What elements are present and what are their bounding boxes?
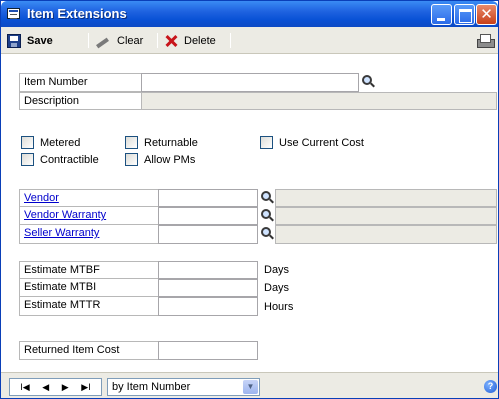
seller-warranty-lookup-button[interactable] (259, 226, 275, 243)
minimize-button[interactable] (431, 4, 452, 25)
item-number-input[interactable] (141, 73, 359, 92)
vendor-input[interactable] (158, 189, 258, 207)
description-row: Description (19, 92, 141, 110)
mtbi-row: Estimate MTBI (19, 279, 159, 297)
close-icon: ✕ (480, 6, 493, 23)
item-number-row: Item Number (19, 73, 141, 92)
window-icon (7, 8, 20, 19)
clear-button[interactable]: Clear (95, 32, 143, 49)
mttr-row: Estimate MTTR (19, 297, 159, 316)
metered-label: Metered (40, 136, 81, 149)
use-current-cost-label: Use Current Cost (279, 136, 364, 149)
close-button[interactable]: ✕ (476, 4, 497, 25)
toolbar-divider (157, 33, 158, 48)
vendor-link[interactable]: Vendor (24, 192, 59, 204)
vendor-warranty-lookup-button[interactable] (259, 208, 275, 225)
help-icon[interactable]: ? (484, 380, 497, 393)
mttr-label: Estimate MTTR (24, 299, 101, 311)
delete-button[interactable]: Delete (164, 32, 216, 49)
save-button[interactable]: Save (7, 32, 53, 49)
eraser-icon (95, 34, 111, 48)
checkbox-box (125, 136, 138, 149)
sort-order-dropdown[interactable]: by Item Number ▼ (107, 378, 260, 396)
seller-warranty-row: Seller Warranty (19, 225, 159, 244)
vendor-warranty-input[interactable] (158, 207, 258, 225)
next-record-button[interactable]: ▶ (62, 382, 69, 393)
contractible-label: Contractible (40, 153, 99, 166)
returned-item-cost-input[interactable] (158, 341, 258, 360)
vendor-row: Vendor (19, 189, 159, 207)
returnable-checkbox[interactable]: Returnable (125, 136, 198, 149)
printer-icon[interactable] (477, 34, 495, 48)
last-record-button[interactable]: ▶I (81, 382, 90, 393)
allow-pms-label: Allow PMs (144, 153, 196, 166)
save-label: Save (27, 34, 53, 47)
mtbf-input[interactable] (158, 261, 258, 279)
item-number-lookup-button[interactable] (360, 74, 376, 91)
contractible-checkbox[interactable]: Contractible (21, 153, 99, 166)
metered-checkbox[interactable]: Metered (21, 136, 80, 149)
sort-order-value: by Item Number (112, 381, 191, 393)
footer-bar: I◀ ◀ ▶ ▶I by Item Number ▼ ? (1, 372, 498, 398)
title-bar: Item Extensions ✕ (1, 1, 498, 27)
first-record-button[interactable]: I◀ (20, 382, 29, 393)
mtbf-unit: Days (264, 264, 290, 276)
mtbf-label: Estimate MTBF (24, 264, 100, 276)
vendor-warranty-row: Vendor Warranty (19, 207, 159, 225)
save-icon (7, 33, 21, 48)
seller-warranty-input[interactable] (158, 225, 258, 244)
description-label: Description (24, 95, 80, 107)
chevron-down-icon[interactable]: ▼ (243, 380, 258, 394)
mtbi-label: Estimate MTBI (24, 281, 97, 293)
checkbox-box (125, 153, 138, 166)
vendor-name-field (275, 189, 497, 207)
description-field (141, 92, 497, 110)
returned-item-cost-label: Returned Item Cost (24, 344, 120, 356)
previous-record-button[interactable]: ◀ (42, 382, 49, 393)
seller-warranty-description-field (275, 225, 497, 244)
record-navigation: I◀ ◀ ▶ ▶I (9, 378, 102, 396)
delete-x-icon (164, 34, 178, 48)
mtbi-unit: Days (264, 282, 290, 294)
checkbox-box (260, 136, 273, 149)
checkbox-box (21, 136, 34, 149)
window-title: Item Extensions (27, 6, 127, 21)
toolbar-divider (88, 33, 89, 48)
returned-item-cost-row: Returned Item Cost (19, 341, 159, 360)
vendor-lookup-button[interactable] (259, 190, 275, 207)
delete-label: Delete (184, 34, 216, 47)
returnable-label: Returnable (144, 136, 198, 149)
clear-label: Clear (117, 34, 144, 47)
mtbf-row: Estimate MTBF (19, 261, 159, 279)
form-panel: Item Number Description Metered Returnab… (1, 55, 498, 370)
item-extensions-window: Item Extensions ✕ Save Clear Delete Item… (0, 0, 499, 399)
allow-pms-checkbox[interactable]: Allow PMs (125, 153, 195, 166)
mtbi-input[interactable] (158, 279, 258, 297)
seller-warranty-link[interactable]: Seller Warranty (24, 227, 99, 239)
toolbar-divider (230, 33, 231, 48)
vendor-warranty-description-field (275, 207, 497, 225)
mttr-unit: Hours (264, 301, 294, 313)
mttr-input[interactable] (158, 297, 258, 316)
item-number-label: Item Number (24, 76, 88, 88)
maximize-button[interactable] (454, 4, 475, 25)
use-current-cost-checkbox[interactable]: Use Current Cost (260, 136, 364, 149)
toolbar: Save Clear Delete (1, 27, 498, 54)
checkbox-box (21, 153, 34, 166)
vendor-warranty-link[interactable]: Vendor Warranty (24, 209, 106, 221)
